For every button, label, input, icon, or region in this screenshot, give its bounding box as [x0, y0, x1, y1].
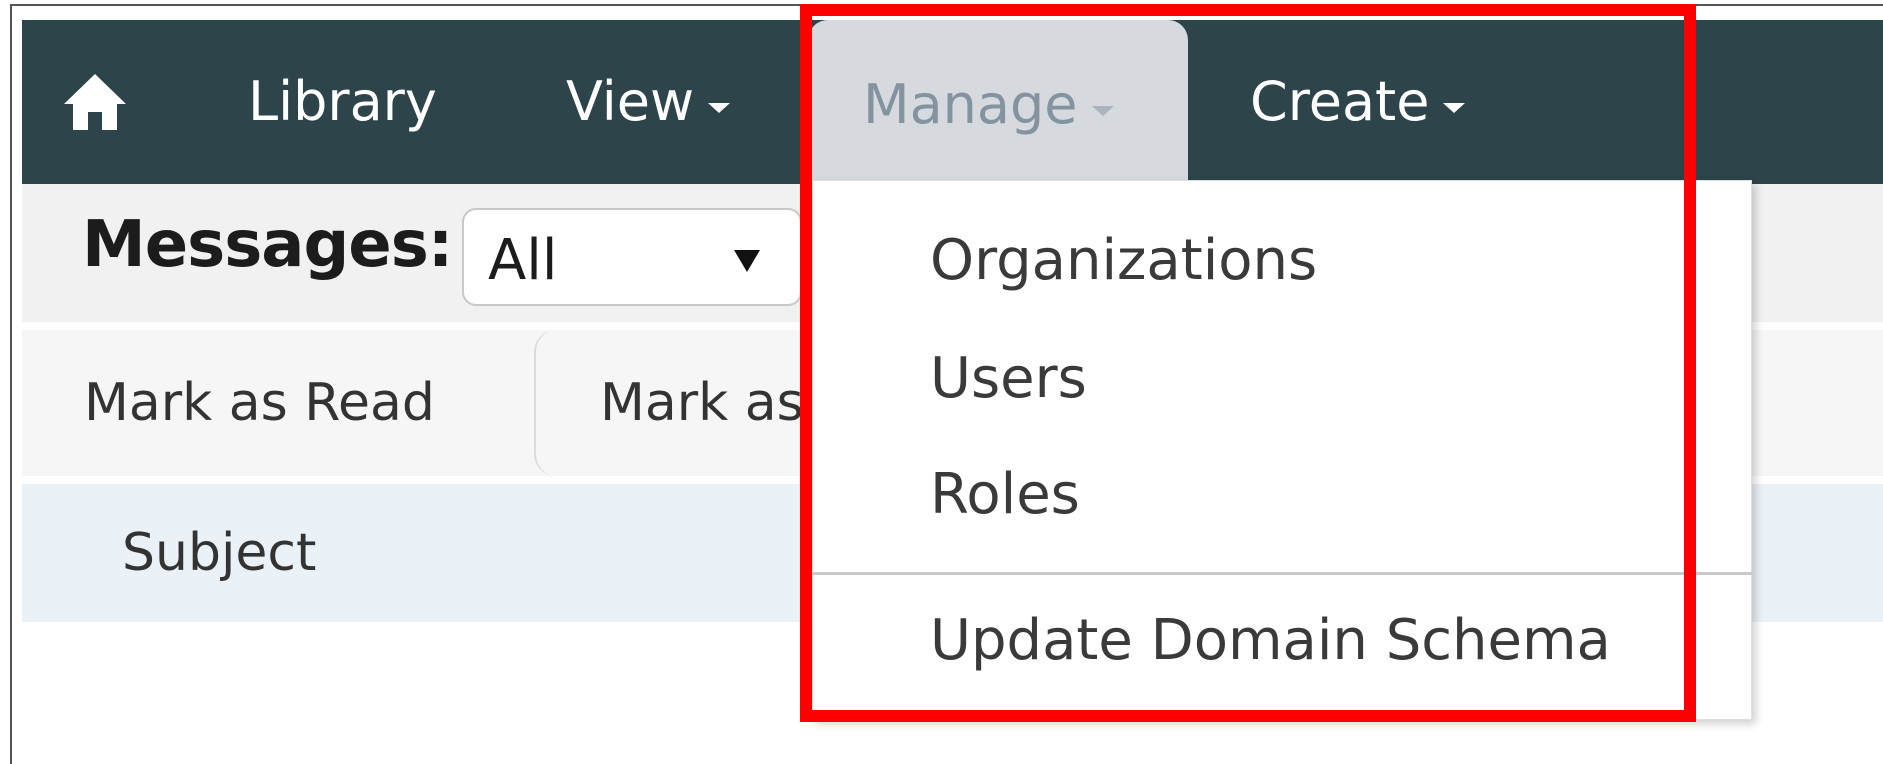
messages-label: Messages: — [82, 208, 453, 282]
annotation-highlight-box — [800, 4, 1696, 722]
chevron-down-icon — [708, 103, 731, 114]
nav-library[interactable]: Library — [248, 20, 437, 184]
messages-filter-value: All — [488, 228, 558, 293]
home-icon[interactable] — [62, 70, 128, 134]
column-header-subject[interactable]: Subject — [122, 484, 316, 622]
dropdown-arrow-icon — [734, 250, 760, 272]
nav-view-label: View — [566, 70, 695, 133]
nav-view[interactable]: View — [566, 20, 731, 184]
nav-library-label: Library — [248, 70, 437, 133]
mark-as-read-button[interactable]: Mark as Read — [22, 330, 534, 476]
messages-filter-select[interactable]: All — [462, 208, 802, 306]
